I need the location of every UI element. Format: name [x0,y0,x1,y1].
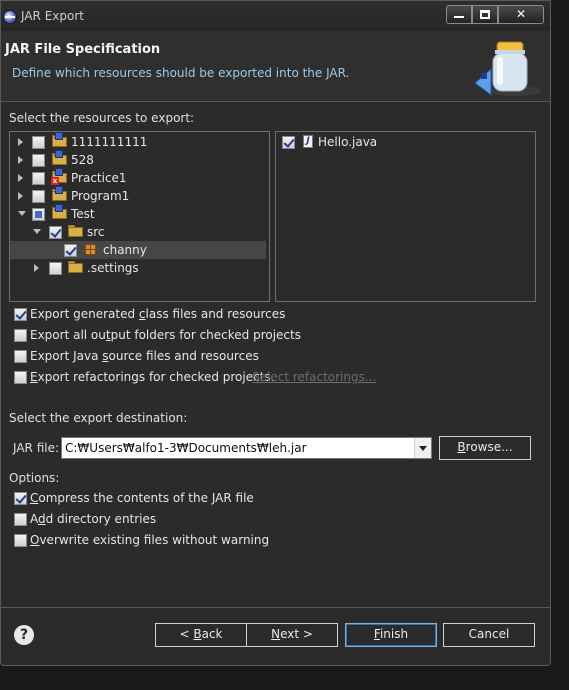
cancel-button[interactable]: Cancel [443,623,535,647]
wizard-header: JAR File Specification Define which reso… [1,31,550,102]
back-button[interactable]: < Back [155,623,247,647]
page-description: Define which resources should be exporte… [12,66,350,80]
tree-item-528[interactable]: 528 [10,150,266,169]
close-icon: ✕ [515,7,527,21]
tree-item-1111111111[interactable]: 1111111111 [10,132,266,151]
expand-icon[interactable] [18,156,23,164]
window-title: JAR Export [21,9,84,23]
options-label: Options: [9,471,60,485]
project-folder-icon [52,132,68,147]
tree-item-label: Practice1 [71,171,127,185]
expand-icon[interactable] [34,264,39,272]
next-button[interactable]: Next > [246,623,338,647]
export-output-folders-label: Export all output folders for checked pr… [30,328,301,342]
jar-icon [474,41,541,96]
project-folder-error-icon: x [51,168,68,185]
tree-item-program1[interactable]: Program1 [10,186,266,205]
tree-item-practice1[interactable]: x Practice1 [10,168,266,187]
tree-checkbox[interactable] [49,262,62,275]
project-folder-icon [52,204,68,219]
compress-label: Compress the contents of the JAR file [30,491,254,505]
file-checkbox[interactable] [282,136,295,149]
tree-item-src[interactable]: src [10,223,266,241]
destination-label: Select the export destination: [9,411,188,425]
tree-item-label: Test [71,207,95,221]
collapse-icon[interactable] [18,211,26,216]
expand-icon[interactable] [18,138,23,146]
add-directory-entries-label: Add directory entries [30,512,157,526]
minimize-icon [454,16,464,18]
eclipse-icon [3,10,17,24]
close-button[interactable]: ✕ [498,5,544,24]
project-folder-icon [52,186,68,201]
finish-button[interactable]: Finish [345,623,437,647]
resources-label: Select the resources to export: [9,111,195,125]
page-title: JAR File Specification [5,42,161,57]
java-file-icon: J [303,135,313,148]
list-item-hello-java[interactable]: J Hello.java [276,133,532,151]
checkbox-box[interactable] [14,308,27,321]
dropdown-button[interactable] [414,438,431,458]
checkbox-box[interactable] [14,371,27,384]
project-folder-icon [52,150,68,165]
tree-checkbox[interactable] [32,190,45,203]
file-list[interactable]: J Hello.java [275,131,536,302]
expand-icon[interactable] [18,192,23,200]
expand-icon[interactable] [18,174,23,182]
tree-item-label: 1111111111 [71,135,148,149]
select-refactorings-link[interactable]: Select refactorings... [252,370,376,384]
jar-file-input[interactable]: C:₩Users₩alfo1-3₩Documents₩leh.jar [65,441,307,455]
file-label: Hello.java [318,135,378,149]
export-class-files-label: Export generated class files and resourc… [30,307,286,321]
help-icon[interactable]: ? [14,625,34,645]
export-refactorings-label: Export refactorings for checked projects… [30,370,275,384]
checkbox-box[interactable] [14,350,27,363]
tree-item-label: Program1 [71,189,130,203]
source-folder-icon [68,225,84,237]
checkbox-box[interactable] [14,534,27,547]
resource-tree[interactable]: 1111111111 528 x Practice1 Program1 Test… [9,131,270,302]
jar-export-dialog: JAR Export ✕ JAR File Specification Defi… [0,0,551,666]
export-java-source-label: Export Java source files and resources [30,349,259,363]
checkbox-box[interactable] [14,329,27,342]
tree-item-label: 528 [71,153,94,167]
tree-checkbox[interactable] [32,208,45,221]
maximize-icon [480,10,490,19]
tree-checkbox[interactable] [49,226,62,239]
tree-checkbox[interactable] [32,136,45,149]
tree-item-channy[interactable]: channy [10,241,266,259]
checkbox-box[interactable] [14,492,27,505]
chevron-down-icon [419,446,427,451]
tree-checkbox[interactable] [32,172,45,185]
tree-checkbox[interactable] [32,154,45,167]
jar-file-label: JAR file: [13,441,60,455]
tree-item-test[interactable]: Test [10,204,266,223]
package-icon [85,244,96,255]
minimize-button[interactable] [446,5,472,24]
collapse-icon[interactable] [33,229,41,234]
overwrite-label: Overwrite existing files without warning [30,533,270,547]
jar-file-combo[interactable]: C:₩Users₩alfo1-3₩Documents₩leh.jar [61,437,432,459]
maximize-button[interactable] [472,5,498,24]
footer-separator [1,607,550,608]
tree-item-settings[interactable]: .settings [10,259,266,277]
title-bar: JAR Export ✕ [1,1,550,31]
tree-item-label: src [87,225,105,239]
tree-item-label: channy [103,243,147,257]
folder-icon [68,261,84,273]
tree-checkbox[interactable] [64,244,77,257]
browse-button[interactable]: Browse... [439,436,531,460]
tree-item-label: .settings [87,261,139,275]
checkbox-box[interactable] [14,513,27,526]
